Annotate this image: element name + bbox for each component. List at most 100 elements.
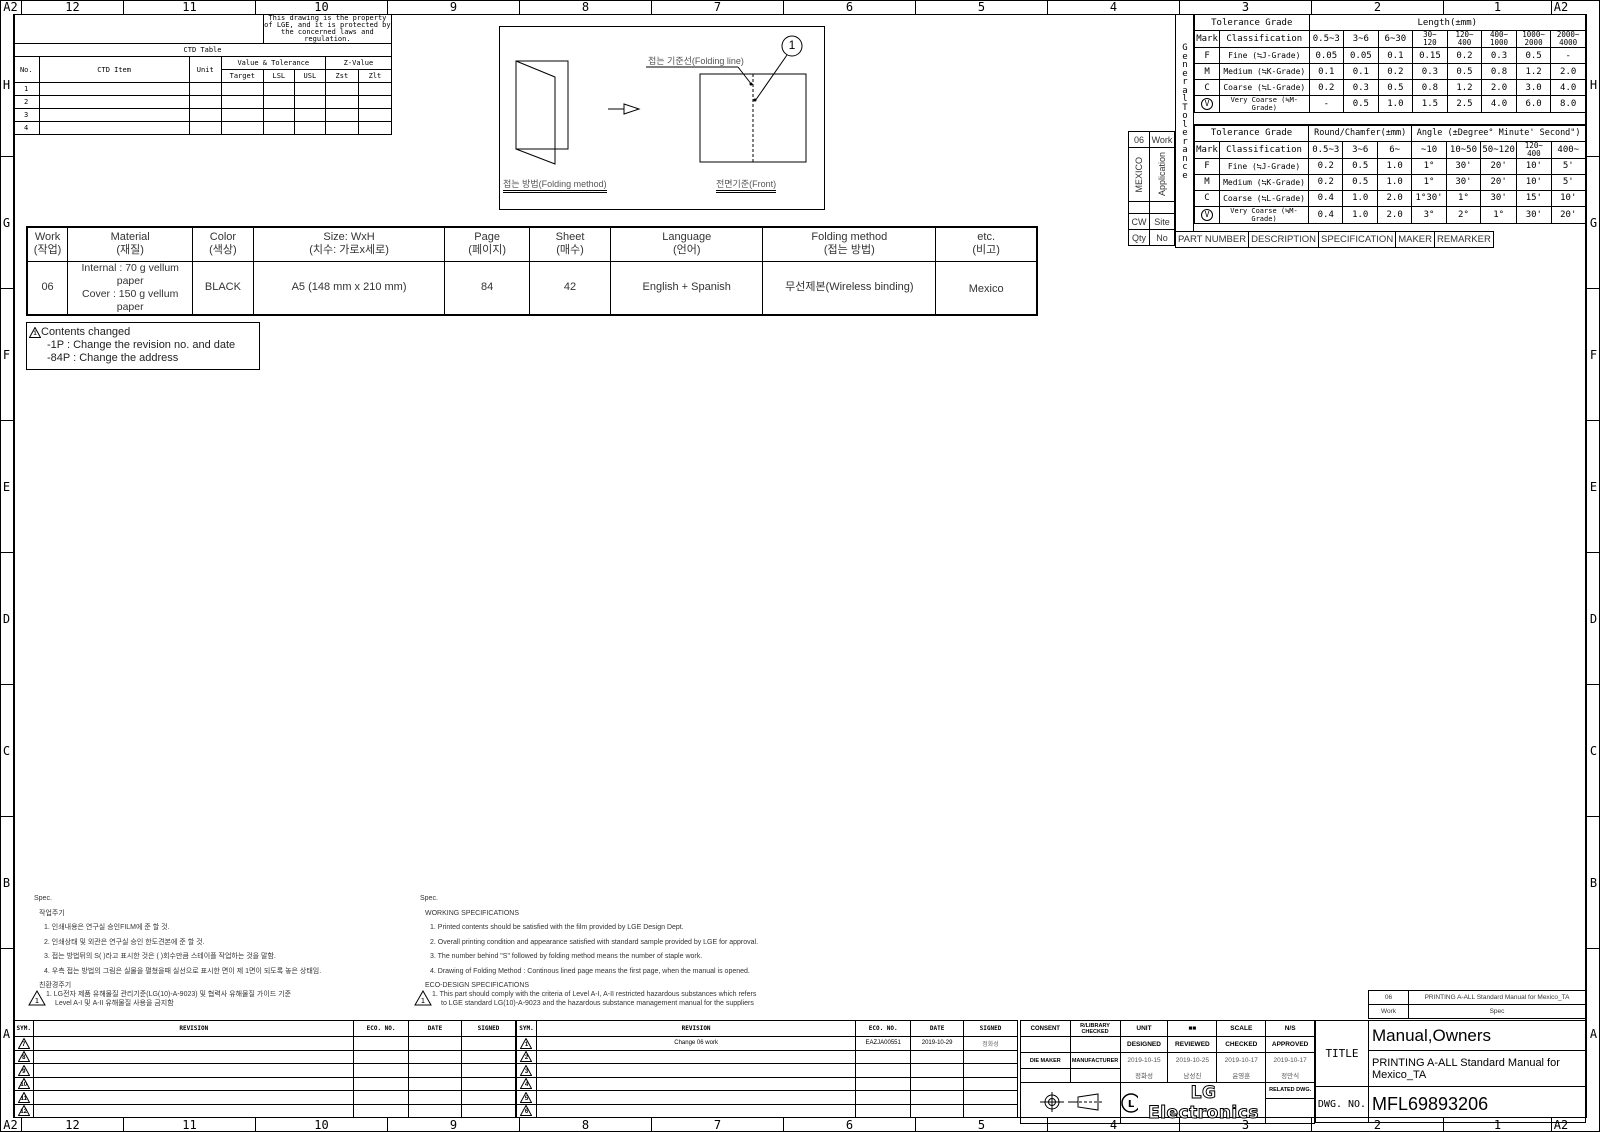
lg-logo-icon: L — [1120, 1093, 1138, 1113]
eco-note-english: 1 1. This part should comply with the cr… — [414, 990, 757, 1007]
classification-header: Classification — [1219, 30, 1310, 48]
approved-label: APPROVED — [1265, 1036, 1315, 1053]
unit-value: ■■ — [1167, 1020, 1218, 1037]
range-header: 3~6 — [1343, 30, 1379, 48]
revision-row: 9 — [14, 1063, 516, 1078]
revision-table-left: SYM. REVISION ECO. NO. DATE SIGNED 7 8 9… — [14, 1020, 516, 1118]
note-item: 3. 접는 방법뒤의 S( )라고 표시한 것은 ( )회수만큼 스테이플 작업… — [44, 953, 276, 960]
value-size: A5 (148 mm x 210 mm) — [252, 260, 446, 315]
col-zlt: Zlt — [357, 69, 393, 83]
reviewed-label: REVIEWED — [1167, 1036, 1218, 1053]
specification-header: SPECIFICATION — [1318, 231, 1397, 248]
zone-row-label: B — [0, 817, 13, 949]
revision-row: 6 — [516, 1103, 1018, 1118]
zone-row-label: E — [0, 421, 13, 553]
svg-text:L: L — [1127, 1099, 1134, 1110]
header-folding-method: Folding method (접는 방법) — [762, 226, 937, 262]
ctd-row: 3 — [14, 108, 393, 122]
ctd-row: 1 — [14, 82, 393, 96]
range-header: 1000~ 2000 — [1515, 30, 1552, 48]
revision-table-right: SYM. REVISION ECO. NO. DATE SIGNED 1 Chan… — [516, 1020, 1018, 1118]
revision-row: 1 Change 06 work EAZJA00551 2019-10-29 정화성 — [516, 1036, 1018, 1051]
reviewer-name: 남성진 — [1167, 1068, 1218, 1083]
value-work: 06 — [26, 260, 69, 315]
top-zone-labels: A2 12 11 10 9 8 7 6 5 4 3 2 1 A2 — [0, 0, 1600, 14]
range-header: 120~ 400 — [1446, 30, 1483, 48]
sym-header: SYM. — [14, 1020, 35, 1037]
tolerance-row-fine: F Fine (≒J-Grade) 0.05 0.05 0.1 0.15 0.2 0.3 0.5… — [1193, 47, 1586, 64]
note-item: 2. Overall printing condition and appear… — [430, 938, 759, 946]
revision-triangle-icon: 12 — [17, 1105, 30, 1117]
change-note-title: Contents changed — [41, 326, 131, 338]
grade-header: Tolerance Grade — [1194, 14, 1310, 31]
site-label: Site — [1149, 213, 1175, 230]
maker-header: MAKER — [1395, 231, 1435, 248]
zone-row-label: G — [1587, 157, 1600, 289]
value-material: Internal : 70 g vellum paper Cover : 150 … — [67, 260, 194, 315]
zone-row-label: F — [0, 289, 13, 421]
revision-row: 11 — [14, 1090, 516, 1105]
eco-line: Level A-I 및 A-II 유해물질 사용을 금지함 — [55, 1000, 174, 1007]
front-caption: 전면기준(Front) — [716, 177, 777, 193]
value-sheet: 42 — [528, 260, 612, 315]
consent-label: CONSENT — [1020, 1020, 1071, 1037]
approver-name: 정만식 — [1265, 1068, 1315, 1083]
unit-label: UNIT — [1119, 1020, 1169, 1037]
note-item: 4. 우측 접는 방법의 그림은 실물을 펼쳤을때 실선으로 표시한 면이 제 … — [44, 967, 322, 975]
zone-col-label: 4 — [1048, 0, 1180, 14]
revision-header: REVISION — [33, 1020, 355, 1037]
description-header: DESCRIPTION — [1248, 231, 1320, 248]
eco-header: ECO. NO. — [353, 1020, 410, 1037]
scale-value: N/S — [1265, 1020, 1315, 1037]
ctd-row: 2 — [14, 95, 393, 109]
ctd-table: This drawing is the property of LGE, and… — [14, 14, 393, 135]
notes-spec-label: Spec. — [34, 895, 52, 902]
notes-heading: 작업주기 — [39, 909, 65, 917]
range-header: 50~120 — [1480, 140, 1518, 159]
zone-col-label: 10 — [256, 0, 388, 14]
note-item: 4. Drawing of Folding Method : Continous… — [430, 967, 750, 975]
range-header: 400~ — [1550, 140, 1587, 159]
notes-english: Spec. WORKING SPECIFICATIONS 1. Printed … — [420, 892, 758, 994]
value-color: BLACK — [192, 260, 254, 315]
revision-row: 7 — [14, 1036, 516, 1051]
revision-row: 3 — [516, 1063, 1018, 1078]
range-header: 120~ 400 — [1516, 140, 1552, 159]
title-block: TITLE Manual,Owners PRINTING A-ALL Stand… — [1315, 1020, 1586, 1123]
mark-header: Mark — [1193, 30, 1221, 48]
approval-block: CONSENT R/LIBRARY CHECKED UNIT ■■ SCALE … — [1020, 1020, 1315, 1125]
title-label: TITLE — [1315, 1020, 1369, 1087]
title-sub: PRINTING A-ALL Standard Manual for Mexic… — [1368, 1050, 1586, 1087]
cw-label: CW — [1128, 213, 1150, 230]
notes-spec-label: Spec. — [420, 895, 438, 902]
date-header: DATE — [910, 1020, 965, 1037]
header-sheet: Sheet (매수) — [528, 226, 612, 262]
angle-row-fine: F Fine (≒J-Grade) 0.2 0.5 1.0 1° 30' 20' 10' 5' — [1194, 157, 1587, 175]
range-header: 0.5~3 — [1308, 140, 1344, 159]
company-name: LG Electronics — [1148, 1083, 1259, 1124]
related-dwg-label: RELATED DWG. — [1265, 1082, 1315, 1099]
col-unit: Unit — [188, 56, 222, 83]
revision-triangle-icon: 6 — [520, 1105, 533, 1117]
checked-label: CHECKED — [1216, 1036, 1267, 1053]
eco-line: 1. This part should comply with the crit… — [432, 991, 757, 998]
svg-text:1: 1 — [421, 997, 425, 1005]
ctd-row-no: 2 — [14, 95, 40, 109]
zone-row-label: F — [1587, 289, 1600, 421]
angle-row-medium: M Medium (≒K-Grade) 0.2 0.5 1.0 1° 30' 20' 10' 5' — [1194, 173, 1587, 191]
tolerance-row-very-coarse: V Very Coarse (≒M-Grade) -0.5 1.0 1.5 2.5 4.0 6… — [1193, 95, 1586, 113]
designed-date: 2019-10-15 — [1119, 1052, 1169, 1069]
designer-name: 정화성 — [1119, 1068, 1169, 1083]
site-value: MEXICO — [1134, 156, 1144, 193]
angle-header: Angle (±Degree° Minute' Second") — [1411, 124, 1586, 142]
dwg-no: MFL69893206 — [1368, 1086, 1586, 1123]
value-folding-method: 무선제본(Wireless binding) — [762, 260, 937, 315]
header-size: Size: WxH (치수: 가로x세로) — [252, 226, 446, 262]
angle-row-very-coarse: V Very Coarse (≒M-Grade) 0.4 1.0 2.0 3° 2° 1° 30… — [1194, 205, 1587, 224]
application-label: Application — [1157, 152, 1167, 197]
corner-label: A2 — [0, 1118, 22, 1132]
zone-row-label: E — [1587, 421, 1600, 553]
company-logo: L LG Electronics — [1119, 1082, 1267, 1124]
third-angle-projection-icon — [1040, 1092, 1105, 1112]
folding-diagram: 접는 기준선(Folding line) 1 접는 방법(Folding met… — [499, 26, 825, 210]
